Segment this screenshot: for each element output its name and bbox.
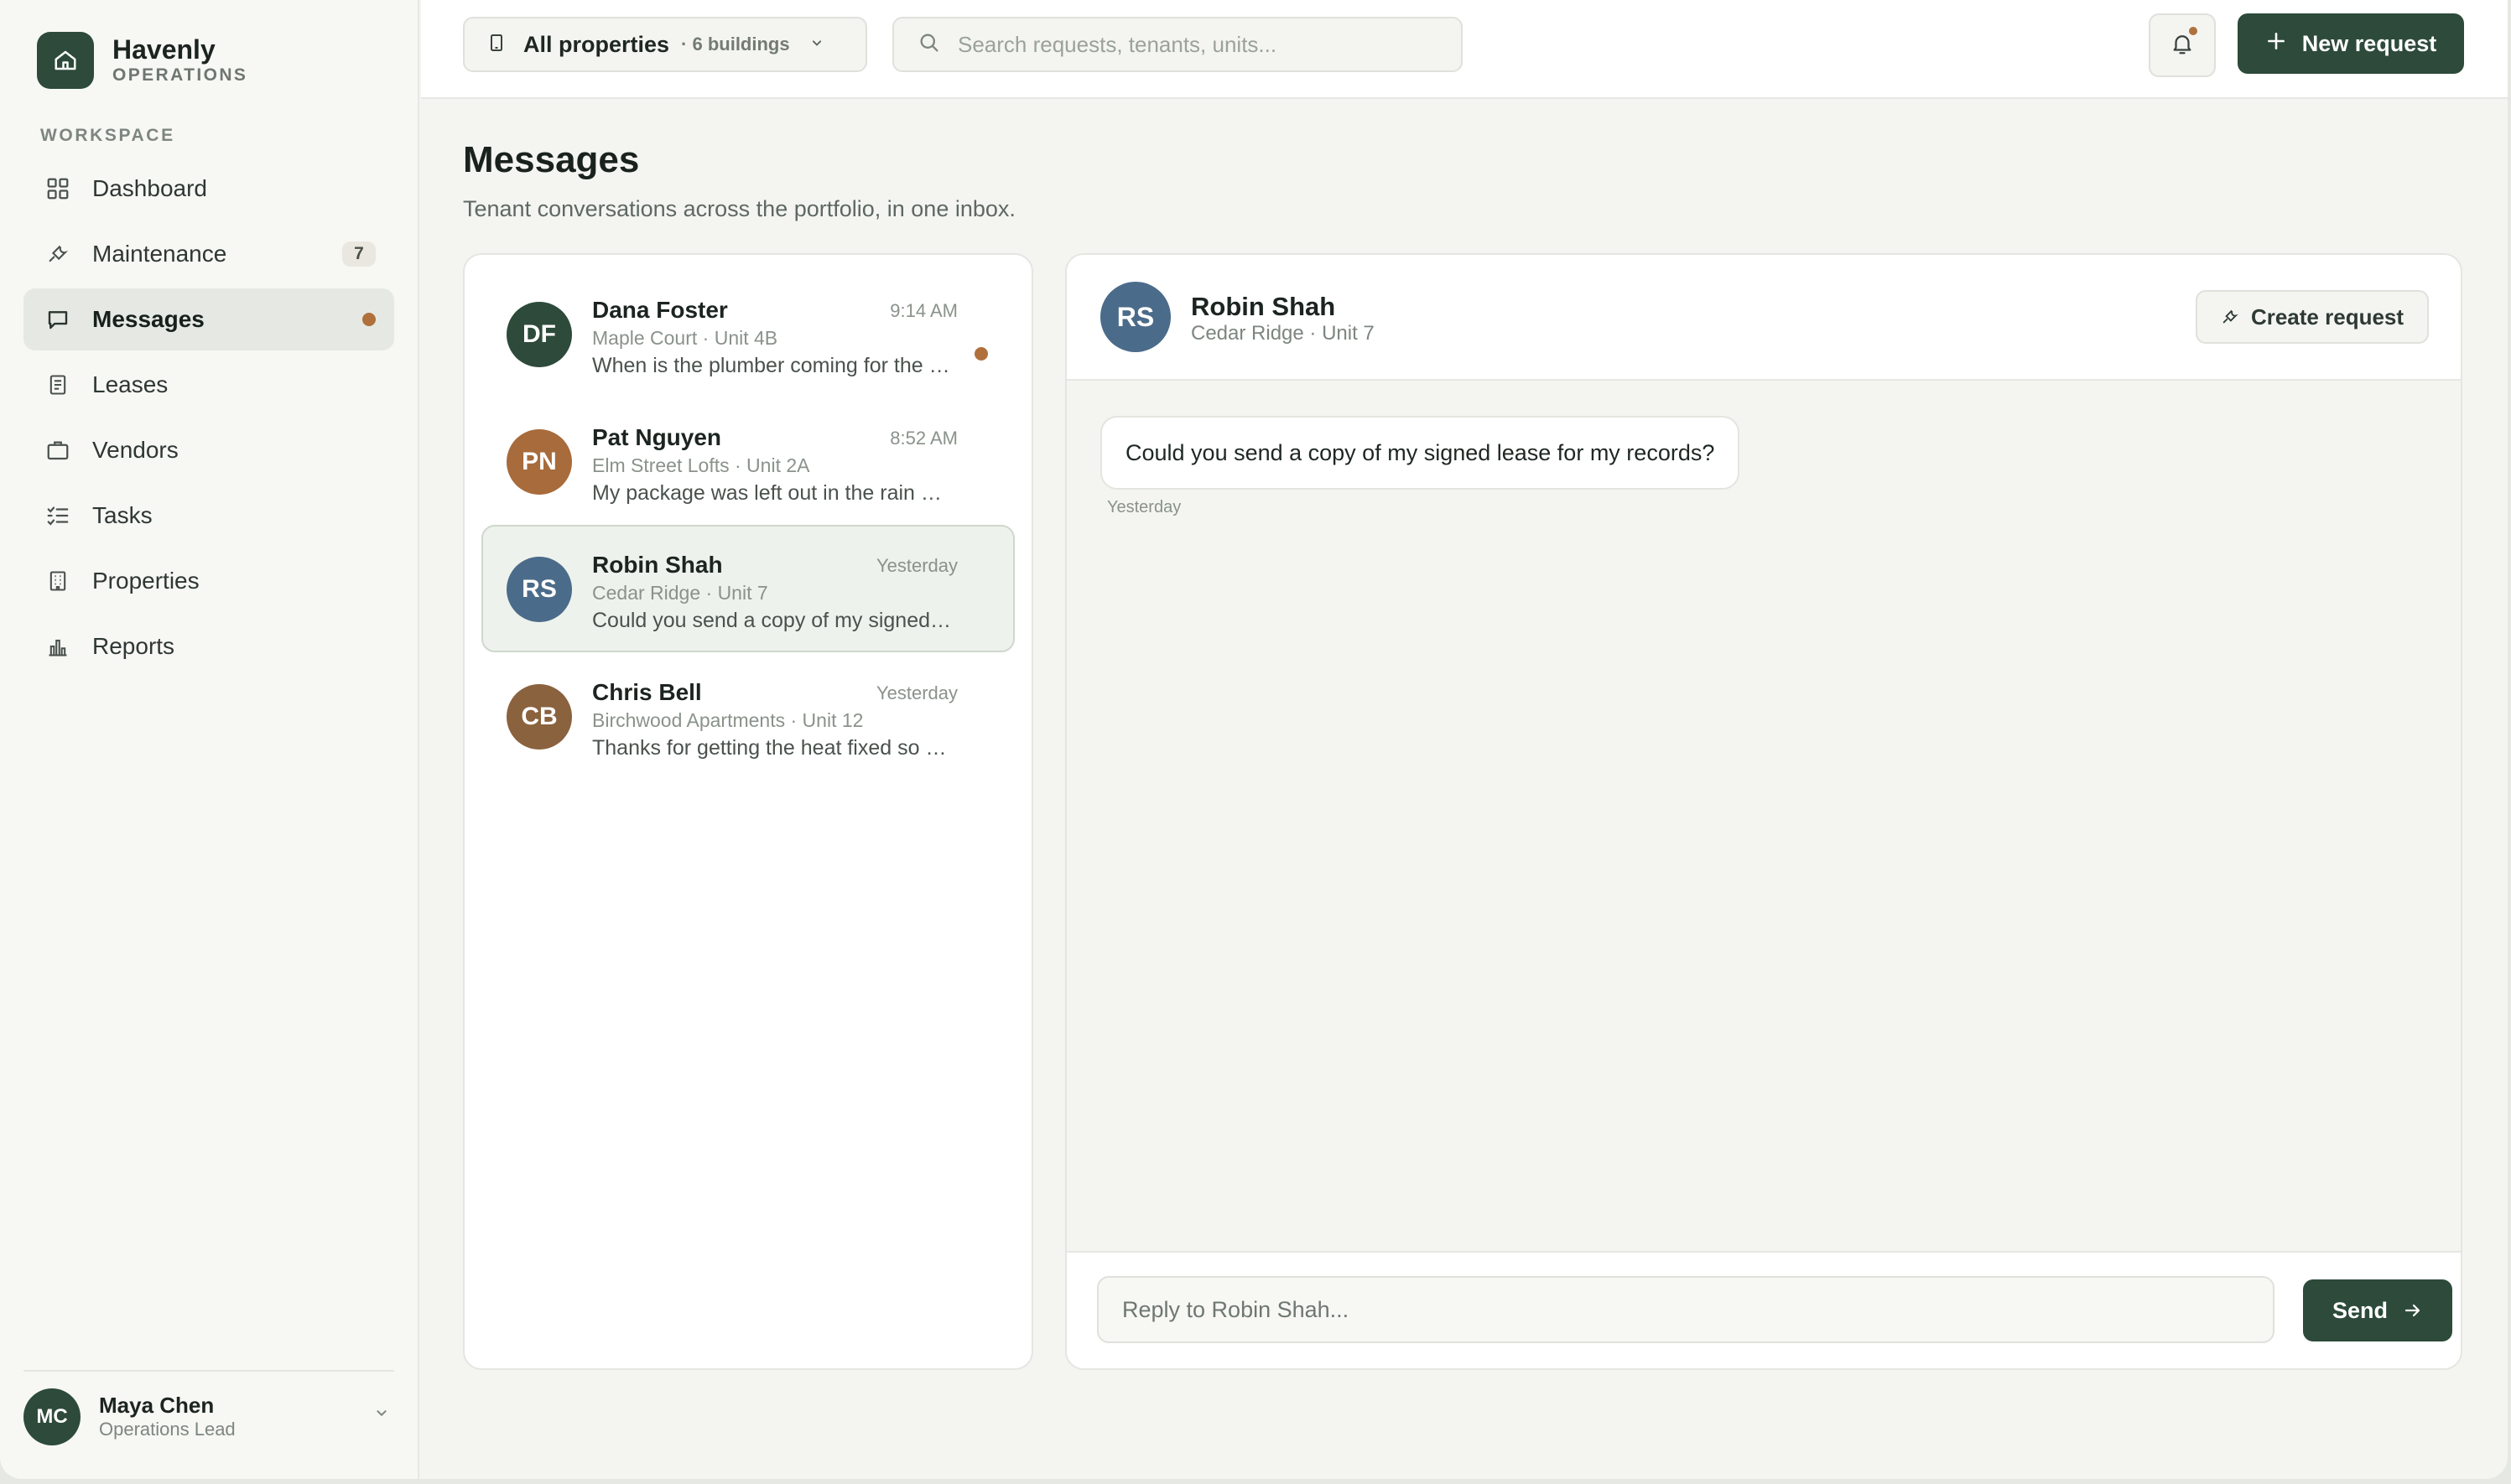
sidebar-item-messages[interactable]: Messages	[23, 288, 394, 350]
conversation-item[interactable]: CB Chris Bell Birchwood Apartments · Uni…	[481, 652, 1015, 780]
conversation-preview: Could you send a copy of my signed lease…	[592, 609, 953, 632]
conversation-item-selected[interactable]: RS Robin Shah Cedar Ridge · Unit 7 Could…	[481, 525, 1015, 652]
user-menu[interactable]: MC Maya Chen Operations Lead	[23, 1370, 394, 1462]
wrench-icon	[2222, 309, 2238, 324]
wrench-icon	[45, 241, 70, 267]
sidebar-item-leases[interactable]: Leases	[23, 354, 394, 416]
thread-contact-location: Cedar Ridge · Unit 7	[1191, 322, 1375, 345]
conversation-name: Robin Shah	[592, 552, 723, 578]
unread-dot	[362, 313, 376, 326]
arrow-right-icon	[2404, 1304, 2420, 1317]
sidebar-item-dashboard[interactable]: Dashboard	[23, 158, 394, 220]
sidebar-item-label: Tasks	[92, 502, 153, 528]
chevron-down-icon	[808, 34, 825, 55]
sidebar-item-label: Properties	[92, 568, 200, 594]
thread-header: RS Robin Shah Cedar Ridge · Unit 7 Creat…	[1067, 255, 2461, 381]
new-request-button[interactable]: New request	[2238, 13, 2464, 74]
conversation-time: 8:52 AM	[890, 428, 958, 449]
bar-chart-icon	[45, 634, 70, 659]
home-icon	[37, 32, 94, 89]
message-thread: RS Robin Shah Cedar Ridge · Unit 7 Creat…	[1065, 253, 2462, 1370]
conversation-location: Elm Street Lofts · Unit 2A	[592, 454, 810, 476]
building-icon	[486, 31, 507, 59]
search-bar	[892, 17, 1463, 72]
sidebar-item-maintenance[interactable]: Maintenance 7	[23, 223, 394, 285]
conversation-time: Yesterday	[876, 555, 958, 576]
sidebar-item-label: Maintenance	[92, 241, 227, 267]
conversation-preview: My package was left out in the rain agai…	[592, 481, 953, 505]
conversation-item[interactable]: DF Dana Foster Maple Court · Unit 4B Whe…	[481, 270, 1015, 397]
search-icon	[918, 31, 941, 59]
conversation-preview: When is the plumber coming for the leak?	[592, 354, 953, 377]
create-request-label: Create request	[2250, 304, 2404, 329]
chat-icon	[45, 307, 70, 332]
property-count: · 6 buildings	[681, 34, 790, 54]
avatar: PN	[507, 429, 572, 495]
conversation-list: DF Dana Foster Maple Court · Unit 4B Whe…	[463, 253, 1033, 1370]
page-title: Messages	[463, 139, 640, 180]
avatar: MC	[23, 1388, 81, 1445]
conversation-preview: Thanks for getting the heat fixed so qui…	[592, 736, 953, 760]
user-name: Maya Chen	[99, 1393, 215, 1418]
section-label: WORKSPACE	[40, 126, 175, 145]
avatar: DF	[507, 302, 572, 367]
app-window: Havenly OPERATIONS WORKSPACE Dashboard M…	[0, 0, 2508, 1479]
notification-dot	[2189, 27, 2197, 35]
conversation-name: Chris Bell	[592, 679, 702, 705]
brand-sub: OPERATIONS	[112, 65, 248, 85]
sidebar-item-tasks[interactable]: Tasks	[23, 485, 394, 547]
page-subtitle: Tenant conversations across the portfoli…	[463, 196, 1016, 221]
sidebar-item-properties[interactable]: Properties	[23, 550, 394, 612]
sidebar: Havenly OPERATIONS WORKSPACE Dashboard M…	[0, 0, 419, 1479]
conversation-location: Cedar Ridge · Unit 7	[592, 582, 768, 604]
sidebar-item-label: Leases	[92, 371, 169, 397]
avatar: RS	[507, 557, 572, 622]
sidebar-nav: Dashboard Maintenance 7 Messages Leases …	[23, 158, 394, 681]
unread-dot	[975, 347, 988, 361]
chevron-down-icon[interactable]	[372, 1404, 391, 1426]
conversation-location: Birchwood Apartments · Unit 12	[592, 709, 864, 731]
notifications-button[interactable]	[2149, 13, 2216, 77]
sidebar-item-vendors[interactable]: Vendors	[23, 419, 394, 481]
document-icon	[45, 372, 70, 397]
brand[interactable]: Havenly OPERATIONS	[37, 32, 247, 89]
property-selector-label: All properties	[523, 31, 670, 57]
reply-input[interactable]	[1097, 1276, 2274, 1343]
send-label: Send	[2332, 1297, 2388, 1323]
checklist-icon	[45, 503, 70, 528]
avatar: CB	[507, 684, 572, 750]
send-button[interactable]: Send	[2303, 1279, 2452, 1341]
brand-name: Havenly	[112, 34, 216, 65]
building-icon	[45, 568, 70, 594]
message-bubble: Could you send a copy of my signed lease…	[1100, 416, 1740, 490]
search-input[interactable]	[958, 31, 1427, 58]
maintenance-count-badge: 7	[342, 241, 376, 267]
briefcase-icon	[45, 438, 70, 463]
user-role: Operations Lead	[99, 1419, 236, 1440]
avatar: RS	[1100, 282, 1171, 352]
message-timestamp: Yesterday	[1107, 498, 1182, 516]
grid-icon	[45, 176, 70, 201]
conversation-time: Yesterday	[876, 682, 958, 703]
topbar: All properties · 6 buildings New request	[421, 0, 2508, 99]
conversation-location: Maple Court · Unit 4B	[592, 327, 778, 349]
create-request-button[interactable]: Create request	[2196, 290, 2429, 344]
new-request-label: New request	[2301, 30, 2437, 56]
sidebar-item-reports[interactable]: Reports	[23, 615, 394, 677]
conversation-time: 9:14 AM	[890, 300, 958, 321]
property-selector[interactable]: All properties · 6 buildings	[463, 17, 867, 72]
reply-composer: Send	[1067, 1251, 2461, 1368]
sidebar-item-label: Reports	[92, 633, 175, 659]
sidebar-item-label: Messages	[92, 306, 205, 332]
conversation-item[interactable]: PN Pat Nguyen Elm Street Lofts · Unit 2A…	[481, 397, 1015, 525]
sidebar-item-label: Dashboard	[92, 175, 207, 201]
thread-contact-name: Robin Shah	[1191, 292, 1336, 321]
sidebar-item-label: Vendors	[92, 437, 179, 463]
conversation-name: Dana Foster	[592, 297, 728, 323]
conversation-name: Pat Nguyen	[592, 424, 722, 450]
plus-icon	[2265, 30, 2287, 58]
